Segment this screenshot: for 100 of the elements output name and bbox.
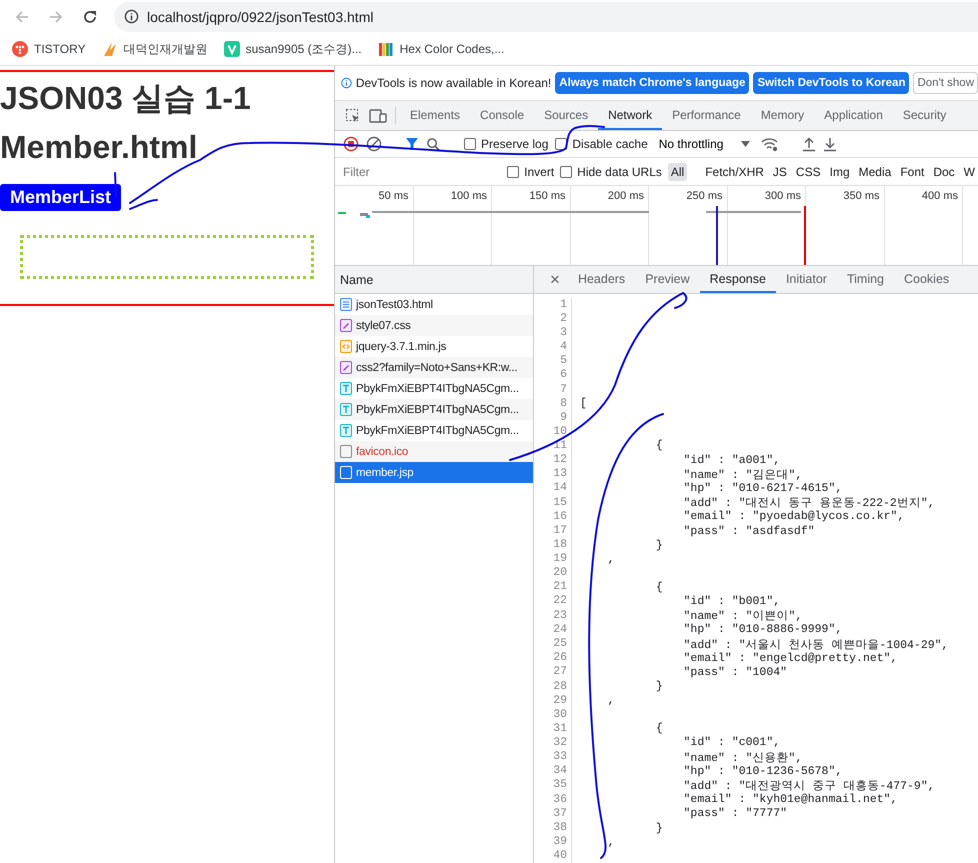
devtools-tab[interactable]: Network [598, 101, 662, 130]
code-line: "pass" : "1004" [682, 666, 788, 679]
bookmark[interactable]: TISTORY [12, 41, 86, 57]
line-number: 21 [534, 580, 572, 594]
type-filter[interactable]: Fetch/XHR [702, 162, 767, 180]
line-number: 10 [534, 424, 572, 439]
type-filter[interactable]: All [668, 162, 688, 180]
address-bar[interactable]: localhost/jqpro/0922/jsonTest03.html [114, 2, 978, 32]
line-number: 16 [534, 510, 572, 524]
code-line: "email" : "kyh01e@hanmail.net", [682, 793, 898, 806]
type-filter[interactable]: CSS [792, 162, 824, 180]
devtools-tab[interactable]: Performance [662, 101, 751, 130]
line-number: 9 [534, 410, 572, 425]
line-number: 27 [534, 665, 572, 680]
throttling-dropdown[interactable]: No throttling [654, 137, 754, 151]
tick-label: 50 ms [378, 190, 408, 202]
code-line: { [654, 722, 663, 736]
detail-tab[interactable]: Preview [635, 266, 700, 293]
request-row[interactable]: PbykFmXiEBPT4ITbgNA5Cgm... [335, 399, 533, 420]
request-row[interactable]: member.jsp [335, 462, 533, 483]
code-line: { [654, 580, 663, 594]
code-line: } [654, 680, 663, 694]
line-number: 30 [534, 708, 572, 722]
code-line: "add" : "대전시 동구 용운동-222-2번지", [682, 496, 935, 510]
code-line: } [654, 822, 663, 835]
line-number: 13 [534, 467, 572, 482]
bookmark[interactable]: Hex Color Codes,... [378, 41, 504, 57]
detail-tab[interactable]: Initiator [776, 266, 837, 293]
line-number: 37 [534, 806, 572, 821]
line-number: 14 [534, 481, 572, 496]
type-filter[interactable]: Doc [930, 162, 958, 180]
line-number: 8 [534, 396, 572, 411]
type-filter[interactable]: Media [856, 162, 894, 180]
type-filter[interactable]: W [960, 162, 978, 180]
request-row[interactable]: style07.css [335, 315, 533, 336]
line-number: 25 [534, 637, 572, 652]
detail-tab[interactable]: Cookies [894, 266, 960, 293]
code-line: , [606, 836, 615, 849]
infobar-button[interactable]: Switch DevTools to Korean [753, 72, 910, 94]
line-number: 39 [534, 835, 572, 850]
tick-label: 200 ms [608, 190, 644, 202]
close-button[interactable]: × [542, 266, 568, 293]
option-checkbox[interactable]: Preserve log [464, 137, 548, 151]
page-heading: JSON03 실습 1-1 [0, 79, 252, 118]
devtools-tab[interactable]: Security [892, 101, 956, 130]
line-number: 40 [534, 849, 572, 863]
code-line: "add" : "서울시 천사동 예쁜마을-1004-29", [682, 638, 948, 652]
line-number: 6 [534, 368, 572, 383]
code-line: "id" : "b001", [682, 595, 780, 608]
request-row[interactable]: css2?family=Noto+Sans+KR:w... [335, 357, 533, 378]
page-heading: Member.html [0, 128, 198, 167]
infobar-button[interactable]: Don't show [913, 72, 978, 94]
code-line: "pass" : "asdfasdf" [682, 524, 815, 538]
line-number: 20 [534, 566, 572, 580]
type-filter[interactable]: Img [826, 162, 853, 180]
devtools-tab[interactable]: Sources [534, 101, 598, 130]
code-line: "add" : "대전광역시 중구 대흥동-477-9", [682, 779, 935, 794]
tick-label: 100 ms [450, 190, 487, 202]
code-line: "id" : "c001", [682, 736, 780, 750]
type-filter[interactable]: JS [770, 162, 790, 180]
code-line: , [606, 694, 615, 708]
devtools-tab[interactable]: Console [470, 101, 534, 130]
line-number: 32 [534, 736, 572, 750]
bookmark[interactable]: 대덕인재개발원 [102, 40, 208, 58]
code-line: } [654, 538, 663, 552]
detail-tab[interactable]: Response [700, 266, 776, 293]
line-number: 33 [534, 750, 572, 764]
member-list-button[interactable]: MemberList [0, 184, 122, 211]
devtools-tab[interactable]: Application [814, 101, 893, 130]
code-line: "name" : "신용환", [682, 750, 802, 765]
bookmark[interactable]: susan9905 (조수경)... [224, 40, 362, 58]
line-number: 38 [534, 820, 572, 836]
option-checkbox[interactable]: Disable cache [555, 137, 648, 151]
line-number: 28 [534, 680, 572, 694]
line-number: 4 [534, 340, 572, 354]
code-line: "email" : "engelcd@pretty.net", [682, 652, 898, 665]
request-row[interactable]: favicon.ico [335, 441, 533, 462]
line-number: 24 [534, 622, 572, 637]
devtools-tab[interactable]: Memory [750, 101, 814, 130]
line-number: 12 [534, 453, 572, 468]
detail-tab[interactable]: Headers [568, 266, 636, 293]
tick-label: 150 ms [529, 190, 566, 202]
tick-label: 350 ms [843, 190, 880, 202]
detail-tab[interactable]: Timing [836, 266, 894, 293]
code-line: [ [579, 397, 587, 410]
code-line: "hp" : "010-1236-5678", [682, 764, 842, 778]
type-filter[interactable]: Font [897, 162, 928, 180]
devtools-tab[interactable]: Elements [400, 101, 470, 130]
line-number: 15 [534, 496, 572, 510]
line-number: 2 [534, 312, 572, 326]
infobar-button[interactable]: Always match Chrome's language [555, 72, 750, 94]
filter-checkbox[interactable]: Hide data URLs [560, 164, 662, 178]
code-line: "hp" : "010-6217-4615", [682, 482, 842, 496]
line-number: 1 [534, 298, 572, 312]
filter-checkbox[interactable]: Invert [507, 164, 554, 178]
line-number: 22 [534, 594, 572, 609]
code-line: "name" : "이쁜이", [682, 609, 802, 624]
url-text: localhost/jqpro/0922/jsonTest03.html [147, 8, 374, 24]
code-line: "pass" : "7777" [682, 807, 788, 820]
tick-label: 400 ms [922, 190, 958, 202]
